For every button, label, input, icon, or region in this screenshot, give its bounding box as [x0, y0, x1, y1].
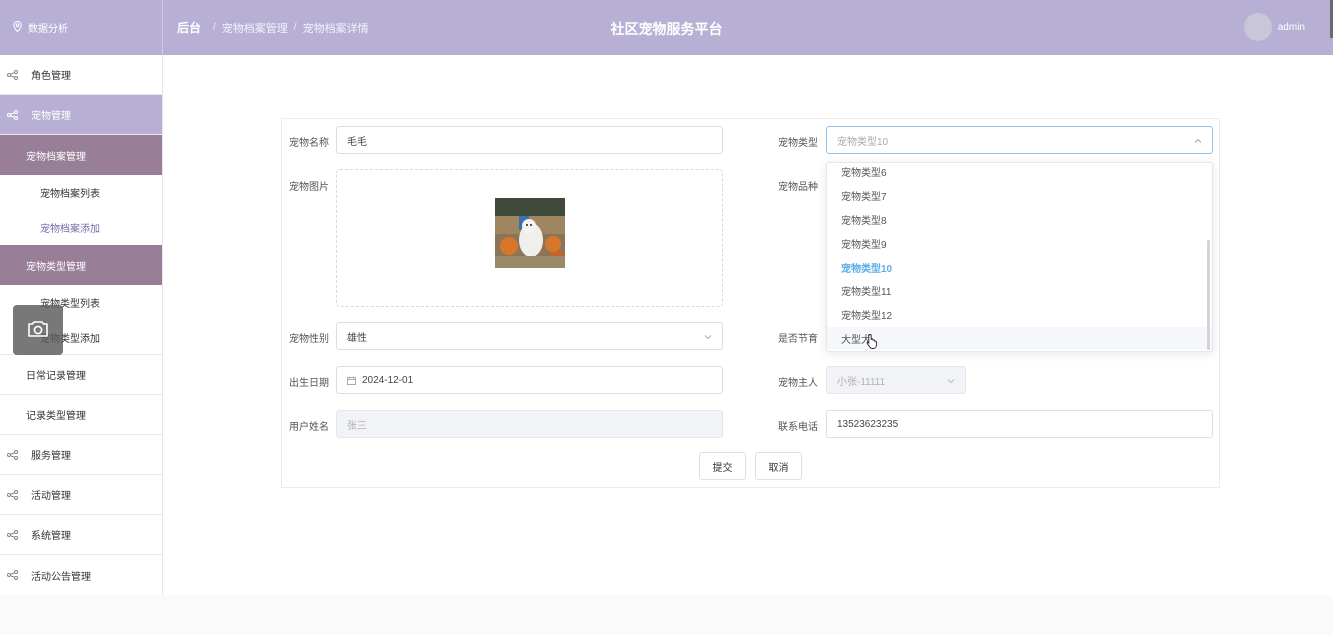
pet-type-select[interactable]: 宠物类型10 — [826, 126, 1213, 154]
dropdown-option[interactable]: 宠物类型11 — [827, 279, 1212, 303]
sidebar-item-daily[interactable]: 日常记录管理 — [0, 355, 162, 395]
sidebar-item-notice[interactable]: 活动公告管理 — [0, 555, 162, 595]
share-icon — [7, 109, 19, 120]
owner-label: 宠物主人 — [778, 378, 818, 389]
chevron-down-icon — [704, 332, 712, 343]
dropdown-option[interactable]: 宠物类型8 — [827, 208, 1212, 232]
pet-name-label: 宠物名称 — [289, 138, 329, 149]
chevron-up-icon — [1194, 136, 1202, 147]
sidebar-group-type[interactable]: 宠物类型管理 — [0, 245, 162, 285]
image-upload-area[interactable] — [336, 169, 723, 307]
dropdown-scrollbar[interactable] — [1207, 240, 1210, 350]
hand-cursor-icon — [866, 333, 878, 352]
pet-type-label: 宠物类型 — [778, 138, 818, 149]
birth-date-picker[interactable]: 2024-12-01 — [336, 366, 723, 394]
owner-select[interactable]: 小张-11111 — [826, 366, 966, 394]
pet-type-dropdown: 宠物类型6 宠物类型7 宠物类型8 宠物类型9 宠物类型10 宠物类型11 宠物… — [826, 162, 1213, 352]
pet-image-label: 宠物图片 — [289, 182, 329, 193]
dropdown-option-selected[interactable]: 宠物类型10 — [827, 255, 1212, 279]
cancel-button[interactable]: 取消 — [755, 452, 802, 480]
pet-gender-select[interactable]: 雄性 — [336, 322, 723, 350]
brand[interactable]: 数据分析 — [0, 0, 163, 55]
breadcrumb: 后台 / 宠物档案管理 / 宠物档案详情 — [177, 19, 369, 36]
dropdown-option[interactable]: 宠物类型12 — [827, 303, 1212, 327]
sidebar-item-role[interactable]: 角色管理 — [0, 55, 162, 95]
share-icon — [7, 489, 19, 500]
share-icon — [7, 69, 19, 80]
share-icon — [7, 449, 19, 460]
sidebar-item-record-type[interactable]: 记录类型管理 — [0, 395, 162, 435]
top-bar: 数据分析 后台 / 宠物档案管理 / 宠物档案详情 社区宠物服务平台 admin — [0, 0, 1333, 55]
breadcrumb-archive[interactable]: 宠物档案管理 — [222, 20, 288, 36]
camera-icon — [27, 320, 49, 341]
user-name-input[interactable]: 张三 — [336, 410, 723, 438]
avatar[interactable] — [1243, 13, 1272, 41]
dropdown-option[interactable]: 宠物类型7 — [827, 184, 1212, 208]
page-footer-area — [0, 595, 1333, 635]
breadcrumb-home[interactable]: 后台 — [177, 19, 201, 36]
user-name-label: 用户姓名 — [289, 422, 329, 433]
breadcrumb-detail: 宠物档案详情 — [302, 22, 369, 35]
sidebar-item-archive-add[interactable]: 宠物档案添加 — [0, 210, 162, 245]
sidebar-item-activity[interactable]: 活动管理 — [0, 475, 162, 515]
dropdown-option[interactable]: 宠物类型6 — [827, 163, 1212, 184]
dropdown-option-hovered[interactable]: 大型犬 — [827, 326, 1212, 351]
submit-button[interactable]: 提交 — [699, 452, 746, 480]
phone-input[interactable]: 13523623235 — [826, 410, 1213, 438]
dropdown-option[interactable]: 宠物类型9 — [827, 231, 1212, 255]
pet-name-input[interactable]: 毛毛 — [336, 126, 723, 154]
location-icon — [13, 20, 28, 35]
sidebar-item-system[interactable]: 系统管理 — [0, 515, 162, 555]
sidebar-item-service[interactable]: 服务管理 — [0, 435, 162, 475]
screenshot-button[interactable] — [13, 305, 63, 355]
neuter-label: 是否节育 — [778, 334, 818, 345]
share-icon — [7, 529, 19, 540]
chevron-down-icon — [947, 376, 955, 387]
user-menu[interactable]: admin — [1243, 13, 1305, 41]
pet-photo[interactable] — [495, 198, 565, 268]
share-icon — [7, 570, 19, 580]
username[interactable]: admin — [1278, 22, 1305, 33]
pet-breed-label: 宠物品种 — [778, 182, 818, 193]
brand-label: 数据分析 — [28, 24, 68, 35]
sidebar-group-archive[interactable]: 宠物档案管理 — [0, 135, 162, 175]
sidebar-item-archive-list[interactable]: 宠物档案列表 — [0, 175, 162, 210]
sidebar-item-pet[interactable]: 宠物管理 — [0, 95, 162, 135]
pet-gender-label: 宠物性别 — [289, 334, 329, 345]
birth-date-label: 出生日期 — [289, 378, 329, 389]
phone-label: 联系电话 — [778, 422, 818, 433]
calendar-icon — [347, 376, 356, 385]
